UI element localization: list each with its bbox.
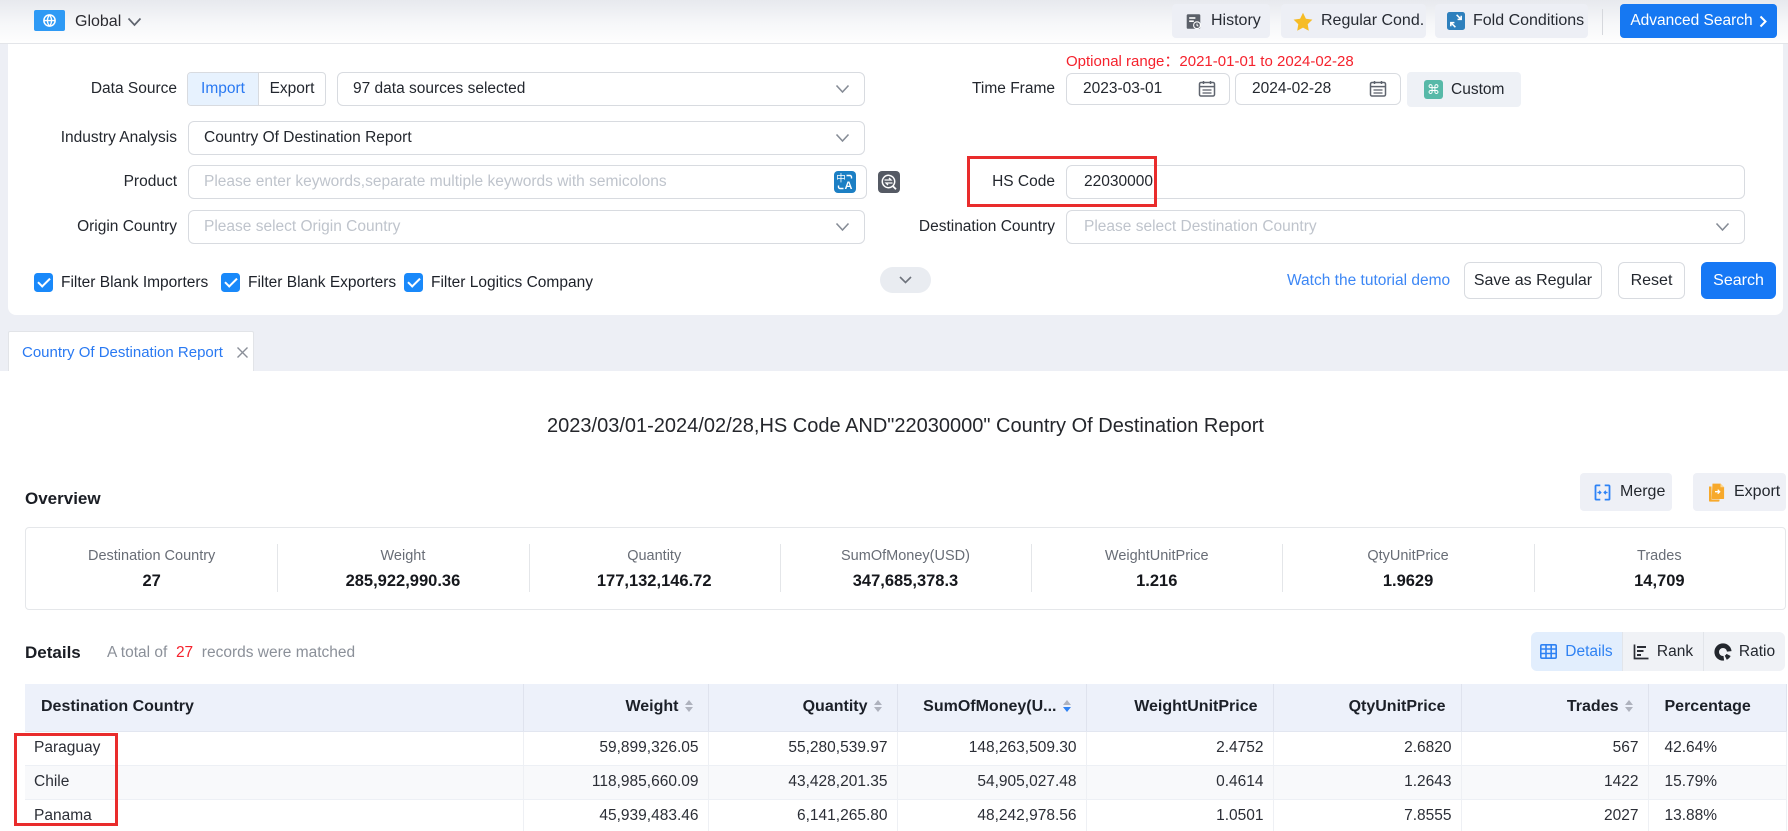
svg-text:⌘: ⌘: [1427, 82, 1440, 97]
svg-text:A: A: [845, 180, 853, 192]
